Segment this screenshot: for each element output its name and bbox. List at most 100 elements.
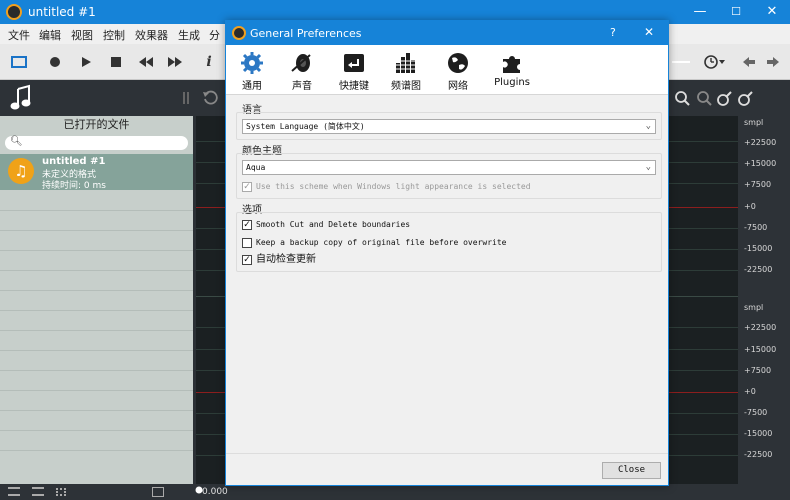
checkbox-label: Use this scheme when Windows light appea…: [256, 182, 531, 191]
ruler-label: +15000: [744, 345, 777, 354]
language-select[interactable]: System Language (简体中文) ⌄: [242, 119, 656, 134]
list-divider: [0, 250, 193, 251]
amplitude-ruler: smpl +22500 +15000 +7500 +0 -7500 -15000…: [738, 116, 790, 484]
checkbox-label: Smooth Cut and Delete boundaries: [256, 220, 411, 229]
history-icon[interactable]: [702, 53, 728, 71]
list-divider: [0, 450, 193, 451]
music-note-icon: [10, 84, 32, 112]
dialog-close-icon[interactable]: ✕: [644, 25, 654, 39]
ruler-label: +7500: [744, 366, 772, 375]
ruler-label: -15000: [744, 429, 773, 438]
list-divider: [0, 230, 193, 231]
volume-slider[interactable]: [672, 61, 690, 63]
checkbox-box: [242, 237, 252, 248]
ruler-label: -7500: [744, 223, 768, 232]
file-panel-toggle-icon[interactable]: [11, 56, 27, 68]
checkbox-box: ✓: [242, 254, 252, 265]
dialog-title-bar: General Preferences ? ✕: [226, 21, 668, 45]
menu-edit[interactable]: 编辑: [39, 27, 61, 43]
list-divider: [0, 430, 193, 431]
ruler-label: +0: [744, 387, 756, 396]
image-icon[interactable]: [152, 487, 164, 497]
return-key-icon: [342, 51, 366, 75]
scheme-light-checkbox[interactable]: ✓ Use this scheme when Windows light appe…: [242, 181, 531, 193]
ruler-label: +15000: [744, 159, 777, 168]
file-duration: 持续时间: 0 ms: [42, 181, 106, 191]
checkbox-label: 自动检查更新: [256, 254, 316, 265]
list-divider: [0, 290, 193, 291]
zoom-selection-icon[interactable]: [717, 90, 733, 106]
play-icon[interactable]: [77, 53, 95, 71]
compact-view-icon[interactable]: [32, 487, 44, 496]
menu-view[interactable]: 视图: [71, 27, 93, 43]
backup-copy-checkbox[interactable]: Keep a backup copy of original file befo…: [242, 237, 506, 249]
open-files-panel: 已打开的文件 🔍︎ ♫ untitled #1 未定义的格式 持续时间: 0 m…: [0, 116, 193, 484]
spectrum-icon: [394, 51, 418, 75]
theme-value: Aqua: [246, 163, 266, 172]
ruler-label: +0: [744, 202, 756, 211]
app-root: untitled #1 — ☐ ✕ 文件 编辑 视图 控制 效果器 生成 分 i…: [0, 0, 790, 500]
dialog-title: General Preferences: [250, 27, 362, 40]
menu-generate[interactable]: 生成: [178, 27, 200, 43]
help-button[interactable]: ?: [610, 26, 616, 39]
tab-network[interactable]: 网络: [434, 49, 482, 93]
auto-update-checkbox[interactable]: ✓ 自动检查更新: [242, 254, 316, 266]
file-search-input[interactable]: 🔍︎: [5, 136, 188, 150]
ruler-label: +22500: [744, 323, 777, 332]
minimize-button[interactable]: —: [682, 0, 718, 24]
timeline-bar: 0.000: [193, 484, 790, 500]
tab-spectrogram[interactable]: 频谱图: [382, 49, 430, 93]
zoom-fit-icon[interactable]: [738, 90, 754, 106]
preferences-tabs: 通用 声音 快捷键 频谱图 网络 Plugins: [226, 45, 668, 95]
tab-general[interactable]: 通用: [228, 49, 276, 93]
tab-plugins[interactable]: Plugins: [488, 49, 536, 93]
undo-icon[interactable]: [202, 90, 218, 106]
file-name: untitled #1: [42, 156, 106, 167]
app-icon: [6, 4, 22, 20]
close-button[interactable]: Close: [602, 462, 661, 479]
rewind-icon[interactable]: [137, 53, 155, 71]
zoom-in-icon[interactable]: [674, 90, 690, 106]
ruler-label: +7500: [744, 180, 772, 189]
file-list-item[interactable]: ♫ untitled #1 未定义的格式 持续时间: 0 ms: [0, 154, 193, 191]
list-divider: [0, 330, 193, 331]
menu-control[interactable]: 控制: [103, 27, 125, 43]
back-arrow-icon[interactable]: [740, 53, 758, 71]
timeline-start: 0.000: [202, 487, 228, 497]
tab-label: 声音: [292, 81, 312, 92]
ruler-label: -7500: [744, 408, 768, 417]
record-icon[interactable]: [46, 53, 64, 71]
forward-arrow-icon[interactable]: [764, 53, 782, 71]
tab-shortcuts[interactable]: 快捷键: [330, 49, 378, 93]
tab-label: 网络: [448, 81, 468, 92]
stop-icon[interactable]: [107, 53, 125, 71]
menu-file[interactable]: 文件: [8, 27, 30, 43]
splitter-handle[interactable]: [183, 92, 189, 104]
close-window-button[interactable]: ✕: [754, 0, 790, 24]
maximize-button[interactable]: ☐: [718, 0, 754, 24]
ruler-label: +22500: [744, 138, 777, 147]
preferences-dialog: General Preferences ? ✕ 通用 声音 快捷键 频谱图 网络…: [225, 20, 669, 486]
audio-file-icon: ♫: [8, 158, 34, 184]
tab-audio[interactable]: 声音: [278, 49, 326, 93]
tab-label: Plugins: [494, 77, 530, 88]
chevron-down-icon: ⌄: [645, 121, 651, 131]
list-divider: [0, 390, 193, 391]
zoom-out-icon[interactable]: [696, 90, 712, 106]
list-divider: [0, 210, 193, 211]
window-title: untitled #1: [28, 5, 96, 19]
globe-icon: [446, 51, 470, 75]
info-icon[interactable]: i: [200, 53, 218, 71]
smooth-cut-checkbox[interactable]: ✓ Smooth Cut and Delete boundaries: [242, 219, 410, 231]
tab-label: 快捷键: [339, 81, 369, 92]
fast-forward-icon[interactable]: [166, 53, 184, 71]
menu-effects[interactable]: 效果器: [135, 27, 168, 43]
list-divider: [0, 310, 193, 311]
tab-label: 频谱图: [391, 81, 421, 92]
ruler-label: -15000: [744, 244, 773, 253]
theme-select[interactable]: Aqua ⌄: [242, 160, 656, 175]
grid-view-icon[interactable]: [56, 488, 66, 496]
list-view-icon[interactable]: [8, 487, 20, 496]
menu-more[interactable]: 分: [209, 27, 220, 43]
list-divider: [0, 350, 193, 351]
